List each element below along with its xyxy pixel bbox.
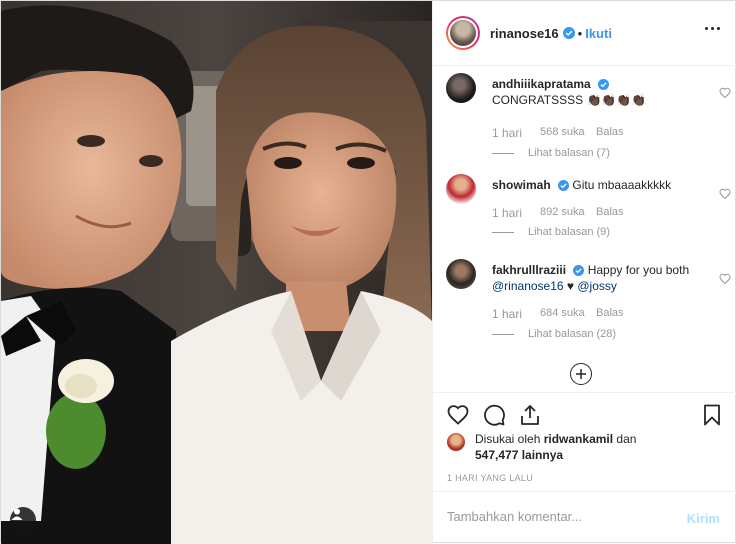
- user-tag-icon: [11, 508, 23, 520]
- comment-meta: 1 hari 892 suka Balas: [492, 206, 624, 220]
- post-timestamp[interactable]: 1 HARI YANG LALU: [447, 473, 533, 483]
- comment-like-heart-icon[interactable]: [719, 188, 731, 200]
- author-username[interactable]: rinanose16: [490, 26, 559, 41]
- follow-button[interactable]: Ikuti: [585, 26, 612, 41]
- comment-time: 1 hari: [492, 307, 523, 321]
- header-separator: •: [577, 25, 583, 41]
- comment-meta: 1 hari 684 suka Balas: [492, 307, 624, 321]
- commenter-username[interactable]: showimah: [492, 178, 551, 192]
- verified-badge-icon: [573, 265, 585, 277]
- send-comment-button[interactable]: Kirim: [687, 511, 720, 526]
- verified-badge-icon: [558, 180, 570, 192]
- verified-badge-icon: [562, 27, 575, 39]
- comment-body: fakhrulllraziii Happy for you both @rina…: [492, 262, 702, 294]
- commenter-avatar[interactable]: [446, 73, 476, 103]
- commenter-username[interactable]: andhiiikapratama: [492, 77, 591, 91]
- side-panel: rinanose16 • Ikuti andhiiikapratama CONG…: [432, 1, 736, 544]
- comment-heart-emoji: ♥: [566, 279, 575, 293]
- comment-like-heart-icon[interactable]: [719, 273, 731, 285]
- post-photo[interactable]: [1, 1, 432, 544]
- comment-input[interactable]: [447, 509, 677, 524]
- comment-body: andhiiikapratama CONGRATSSSS 👏🏿👏🏿👏🏿👏🏿: [492, 76, 692, 108]
- action-bar: [433, 392, 736, 434]
- reply-button[interactable]: Balas: [596, 126, 624, 140]
- view-replies[interactable]: Lihat balasan (28): [492, 328, 616, 340]
- wedding-selfie-image: [1, 1, 432, 544]
- add-comment-bar: Kirim: [433, 491, 736, 544]
- comment-text: Happy for you both: [587, 263, 690, 277]
- comment-text: Gitu mbaaaakkkkk: [572, 178, 672, 192]
- reply-button[interactable]: Balas: [596, 307, 624, 321]
- share-icon[interactable]: [518, 403, 542, 427]
- likes-count[interactable]: 547,477 lainnya: [475, 448, 563, 462]
- load-more-comments-button[interactable]: [570, 363, 592, 385]
- comment-like-heart-icon[interactable]: [719, 87, 731, 99]
- liker-avatar[interactable]: [447, 433, 465, 451]
- user-tag-button[interactable]: [10, 507, 36, 533]
- comment-time: 1 hari: [492, 126, 523, 140]
- verified-badge-icon: [598, 79, 610, 91]
- likes-prefix: Disukai oleh: [475, 432, 541, 446]
- reply-button[interactable]: Balas: [596, 206, 624, 220]
- comment-bubble-icon[interactable]: [482, 403, 506, 427]
- view-replies-label[interactable]: Lihat balasan (28): [528, 328, 616, 340]
- author-avatar[interactable]: [446, 16, 480, 50]
- commenter-username[interactable]: fakhrulllraziii: [492, 263, 566, 277]
- view-replies-label[interactable]: Lihat balasan (7): [528, 147, 610, 159]
- post-header: rinanose16 • Ikuti: [433, 1, 736, 66]
- comment-likes[interactable]: 892 suka: [540, 206, 596, 220]
- commenter-avatar[interactable]: [446, 174, 476, 204]
- comment-time: 1 hari: [492, 206, 523, 220]
- comment-body: showimah Gitu mbaaaakkkkk: [492, 177, 702, 193]
- comment-meta: 1 hari 568 suka Balas: [492, 126, 624, 140]
- more-options-icon[interactable]: [705, 27, 720, 30]
- view-replies[interactable]: Lihat balasan (7): [492, 147, 610, 159]
- view-replies-label[interactable]: Lihat balasan (9): [528, 226, 610, 238]
- comment-mention[interactable]: @rinanose16: [492, 279, 564, 293]
- bookmark-icon[interactable]: [700, 403, 724, 427]
- comments-list: andhiiikapratama CONGRATSSSS 👏🏿👏🏿👏🏿👏🏿 1 …: [433, 67, 736, 392]
- likes-text: Disukai oleh ridwankamil dan 547,477 lai…: [475, 431, 705, 463]
- likes-and: dan: [616, 432, 637, 446]
- heart-icon[interactable]: [446, 403, 470, 427]
- comment-likes[interactable]: 568 suka: [540, 126, 596, 140]
- commenter-avatar[interactable]: [446, 259, 476, 289]
- comment-text: CONGRATSSSS 👏🏿👏🏿👏🏿👏🏿: [492, 93, 647, 107]
- comment-likes[interactable]: 684 suka: [540, 307, 596, 321]
- view-replies[interactable]: Lihat balasan (9): [492, 226, 610, 238]
- liker-username[interactable]: ridwankamil: [544, 432, 613, 446]
- plus-circle-icon: [576, 369, 586, 379]
- instagram-post: rinanose16 • Ikuti andhiiikapratama CONG…: [0, 0, 736, 544]
- comment-mention[interactable]: @jossy: [577, 279, 617, 293]
